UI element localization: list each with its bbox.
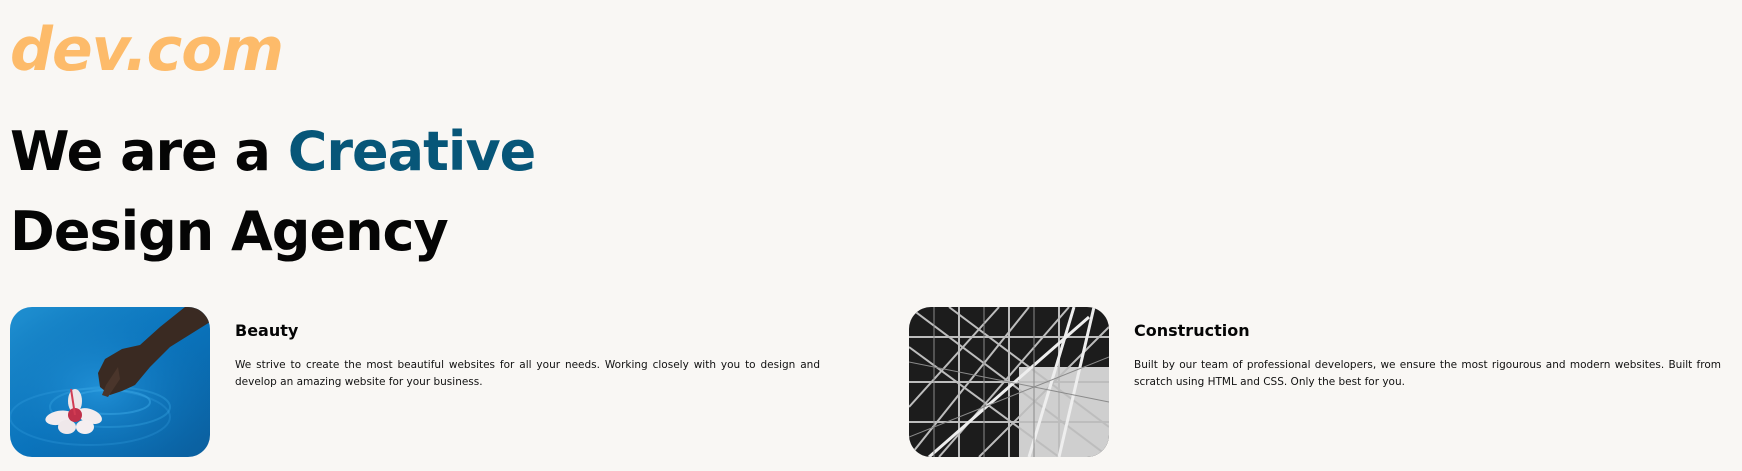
service-title-construction: Construction <box>1134 321 1250 340</box>
construction-image <box>909 307 1109 457</box>
hero-line1-accent: Creative <box>287 120 536 183</box>
hero-line1-prefix: We are a <box>10 120 288 183</box>
page: dev.com We are a Creative Design Agency <box>0 0 1742 471</box>
service-text-construction: Built by our team of professional develo… <box>1134 359 1721 388</box>
service-card-construction: Construction Built by our team of profes… <box>909 307 1721 457</box>
service-text-beauty: We strive to create the most beautiful w… <box>235 359 820 388</box>
beauty-image <box>10 307 210 457</box>
service-title-beauty: Beauty <box>235 321 299 340</box>
hero-line2: Design Agency <box>10 200 449 263</box>
service-card-beauty: Beauty We strive to create the most beau… <box>10 307 820 457</box>
site-logo[interactable]: dev.com <box>10 12 284 88</box>
hero-headline: We are a Creative Design Agency <box>10 112 536 272</box>
